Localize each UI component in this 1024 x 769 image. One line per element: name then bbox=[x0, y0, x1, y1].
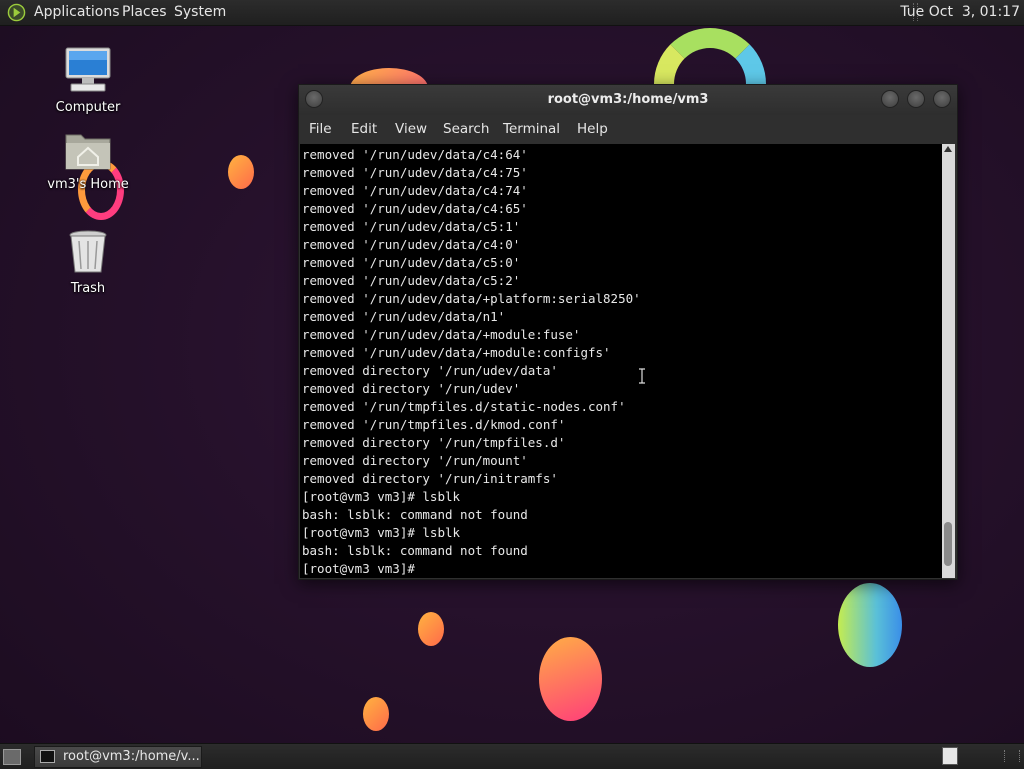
menu-edit[interactable]: Edit bbox=[351, 121, 377, 137]
terminal-line: removed directory '/run/mount' bbox=[302, 453, 528, 468]
terminal-line: removed '/run/tmpfiles.d/static-nodes.co… bbox=[302, 399, 626, 414]
terminal-line: bash: lsblk: command not found bbox=[302, 507, 528, 522]
scroll-up-arrow-icon[interactable] bbox=[944, 146, 952, 152]
terminal-line: bash: lsblk: command not found bbox=[302, 543, 528, 558]
terminal-window[interactable]: root@vm3:/home/vm3 File Edit View Search… bbox=[298, 84, 958, 580]
text-cursor-icon bbox=[639, 368, 645, 384]
desktop-icon-home[interactable]: vm3's Home bbox=[43, 129, 133, 192]
menu-terminal[interactable]: Terminal bbox=[503, 121, 560, 137]
taskbar-item-label: root@vm3:/home/v... bbox=[63, 749, 200, 764]
desktop-icon-label: vm3's Home bbox=[47, 177, 129, 192]
terminal-line: removed directory '/run/tmpfiles.d' bbox=[302, 435, 566, 450]
terminal-line: removed directory '/run/initramfs' bbox=[302, 471, 558, 486]
decor-bubble bbox=[418, 612, 444, 646]
decor-bubble bbox=[539, 637, 602, 721]
home-folder-icon bbox=[65, 134, 111, 170]
maximize-button[interactable] bbox=[907, 90, 925, 108]
decor-bubble bbox=[363, 697, 389, 731]
terminal-lines: removed '/run/udev/data/c4:64' removed '/… bbox=[302, 146, 641, 578]
terminal-line: removed '/run/udev/data/c5:2' bbox=[302, 273, 521, 288]
terminal-line: removed '/run/udev/data/c4:65' bbox=[302, 201, 528, 216]
decor-bubble bbox=[838, 583, 902, 667]
terminal-line: removed '/run/tmpfiles.d/kmod.conf' bbox=[302, 417, 566, 432]
terminal-line: removed directory '/run/udev/data' bbox=[302, 363, 558, 378]
terminal-line: removed '/run/udev/data/+module:fuse' bbox=[302, 327, 581, 342]
terminal-line: removed '/run/udev/data/c5:1' bbox=[302, 219, 521, 234]
clock[interactable]: Tue Oct 3, 01:17 bbox=[900, 4, 1020, 20]
desktop-icon-trash[interactable]: Trash bbox=[43, 229, 133, 296]
menu-help[interactable]: Help bbox=[577, 121, 608, 137]
window-titlebar[interactable]: root@vm3:/home/vm3 bbox=[299, 85, 957, 115]
terminal-line: removed '/run/udev/data/c4:75' bbox=[302, 165, 528, 180]
terminal-line: removed '/run/udev/data/c5:0' bbox=[302, 255, 521, 270]
applications-menu[interactable]: Applications bbox=[34, 4, 120, 20]
bottom-panel: root@vm3:/home/v... bbox=[0, 743, 1024, 769]
terminal-line: removed '/run/udev/data/c4:64' bbox=[302, 147, 528, 162]
terminal-line: removed '/run/udev/data/c4:74' bbox=[302, 183, 528, 198]
places-menu[interactable]: Places bbox=[122, 4, 167, 20]
terminal-line: [root@vm3 vm3]# bbox=[302, 561, 423, 576]
terminal-output[interactable]: removed '/run/udev/data/c4:64' removed '/… bbox=[300, 144, 942, 578]
terminal-line: [root@vm3 vm3]# lsblk bbox=[302, 489, 461, 504]
scroll-thumb[interactable] bbox=[944, 522, 952, 566]
taskbar-item-terminal[interactable]: root@vm3:/home/v... bbox=[34, 746, 202, 768]
terminal-line: removed directory '/run/udev' bbox=[302, 381, 521, 396]
terminal-line: removed '/run/udev/data/+module:configfs… bbox=[302, 345, 611, 360]
terminal-line: removed '/run/udev/data/n1' bbox=[302, 309, 506, 324]
trash-icon bbox=[69, 230, 107, 273]
panel-handle bbox=[1004, 750, 1020, 762]
window-title: root@vm3:/home/vm3 bbox=[547, 92, 709, 107]
terminal-line: [root@vm3 vm3]# lsblk bbox=[302, 525, 461, 540]
desktop-icon-label: Trash bbox=[70, 281, 106, 296]
show-desktop-icon[interactable] bbox=[3, 749, 21, 765]
decor-bubble bbox=[228, 155, 254, 189]
desktop-icon-computer[interactable]: Computer bbox=[43, 46, 133, 115]
top-panel: Applications Places System Tue Oct 3, 01… bbox=[0, 0, 1024, 26]
menu-search[interactable]: Search bbox=[443, 121, 489, 137]
workspace-switcher[interactable] bbox=[942, 747, 958, 765]
terminal-scrollbar[interactable] bbox=[942, 144, 955, 578]
distro-logo-icon[interactable] bbox=[7, 3, 26, 22]
menu-view[interactable]: View bbox=[395, 121, 427, 137]
menu-file[interactable]: File bbox=[309, 121, 332, 137]
desktop-icon-label: Computer bbox=[55, 100, 121, 115]
system-menu[interactable]: System bbox=[174, 4, 226, 20]
terminal-menubar: File Edit View Search Terminal Help bbox=[299, 115, 957, 143]
close-button[interactable] bbox=[933, 90, 951, 108]
terminal-icon bbox=[40, 750, 55, 763]
computer-icon bbox=[65, 47, 111, 92]
terminal-line: removed '/run/udev/data/+platform:serial… bbox=[302, 291, 641, 306]
terminal-line: removed '/run/udev/data/c4:0' bbox=[302, 237, 521, 252]
minimize-button[interactable] bbox=[881, 90, 899, 108]
